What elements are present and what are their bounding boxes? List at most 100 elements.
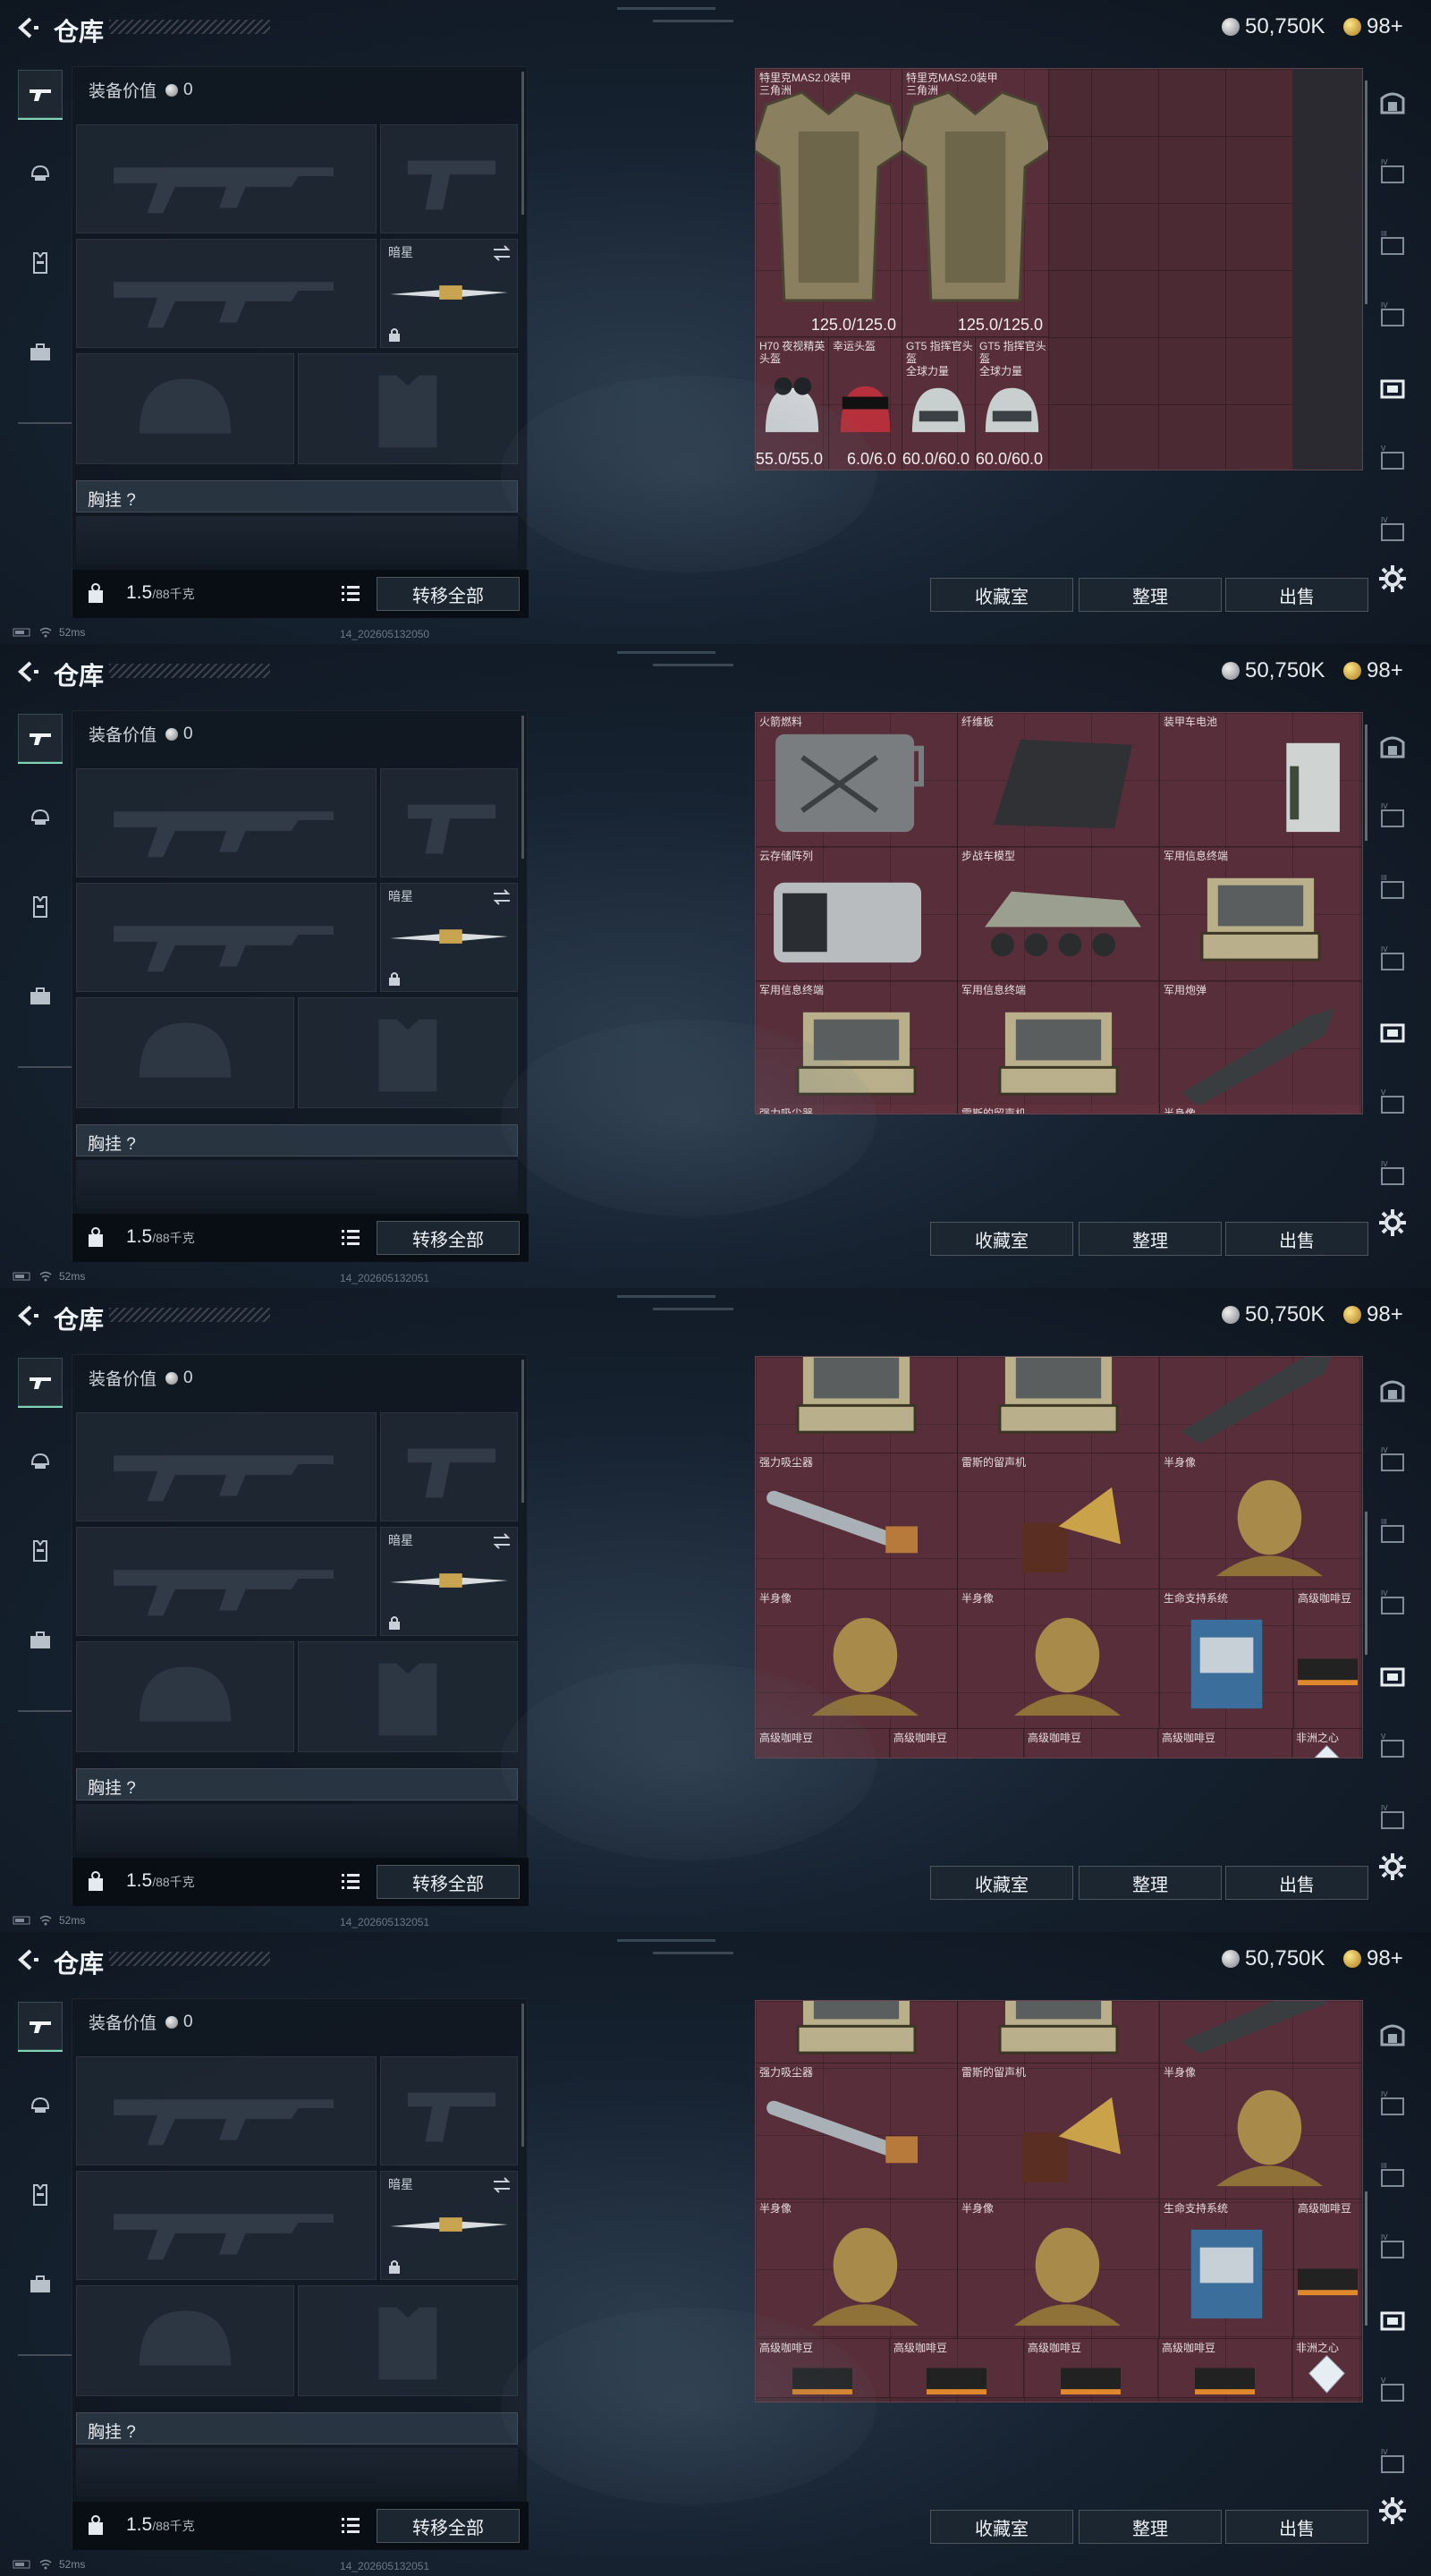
pistol-slot[interactable] [380,124,518,233]
chest-rig-header[interactable]: 胸挂 ? [76,480,518,513]
nav-weapons[interactable] [18,714,63,764]
nav-backpacks[interactable] [18,327,63,377]
nav-armor[interactable] [18,882,63,932]
pistol-slot[interactable] [380,2056,518,2165]
nav-armor[interactable] [18,238,63,288]
storage-item[interactable] [1160,2001,1362,2063]
chest-rig-slots[interactable] [76,2448,518,2496]
secondary-weapon-slot[interactable] [76,1527,377,1636]
storage-item[interactable] [958,2001,1160,2063]
sell-button[interactable]: 出售 [1225,2510,1368,2544]
sell-button[interactable]: 出售 [1225,1222,1368,1256]
nav-backpacks[interactable] [18,971,63,1021]
storage-item[interactable]: 云存储阵列 [756,847,958,981]
storage-item[interactable]: 高级咖啡豆 [1294,2199,1362,2339]
armor-slot[interactable] [298,997,518,1108]
armor-slot[interactable] [298,353,518,464]
storage-item[interactable]: 半身像 [756,2199,958,2339]
storage-item[interactable]: 非洲之心 [1292,1729,1362,1758]
storage-item[interactable]: 火箭燃料 [756,713,958,847]
container-tab-icon[interactable]: III [1377,873,1408,903]
nav-backpacks[interactable] [18,1615,63,1665]
container-tab-icon[interactable] [1377,1016,1408,1046]
list-icon[interactable] [341,1872,360,1890]
organize-button[interactable]: 整理 [1079,2510,1222,2544]
storage-item[interactable]: 军用信息终端 [1160,847,1362,981]
helmet-slot[interactable] [76,2285,294,2396]
organize-button[interactable]: 整理 [1079,1866,1222,1900]
storage-item[interactable]: 强力吸尘器 [756,1105,958,1114]
secondary-weapon-slot[interactable] [76,883,377,992]
chest-rig-header[interactable]: 胸挂 ? [76,2412,518,2445]
chest-rig-slots[interactable] [76,516,518,564]
nav-armor[interactable] [18,2170,63,2220]
container-tab-icon[interactable] [1377,372,1408,402]
storage-item[interactable] [756,2001,958,2063]
storage-item[interactable]: 军用信息终端 [756,1357,958,1453]
storage-item[interactable]: 非洲之心 [1292,2339,1362,2398]
list-icon[interactable] [341,2516,360,2534]
chest-rig-slots[interactable] [76,1804,518,1852]
container-tab-icon[interactable]: V [1377,2376,1408,2406]
storage-item[interactable]: H70 夜视精英头盔 55.0/55.0 [756,337,829,470]
equipment-scrollbar[interactable] [521,72,524,215]
storage-item[interactable]: 高级咖啡豆 [1158,1729,1292,1758]
storage-item[interactable]: 装甲车电池 [1160,713,1362,847]
safe-box-icon[interactable] [1377,732,1408,762]
primary-weapon-slot[interactable] [76,768,377,877]
melee-slot[interactable]: 暗星 [380,1527,518,1636]
storage-item[interactable]: 生命支持系统 [1160,1589,1294,1729]
gold-balance[interactable]: 98+ [1343,658,1403,683]
equipment-scrollbar[interactable] [521,2004,524,2147]
back-arrow-icon[interactable] [13,1946,39,1973]
container-tab-icon[interactable]: IV [1377,945,1408,975]
armor-slot[interactable] [298,1641,518,1752]
silver-balance[interactable]: 50,750K [1222,14,1325,39]
container-tab-icon[interactable]: III [1377,1517,1408,1547]
storage-item[interactable]: 高级咖啡豆 [756,1729,890,1758]
container-tab-icon[interactable]: IV [1377,2233,1408,2263]
container-tab-icon[interactable]: IV [1377,1445,1408,1476]
storage-item[interactable]: 雷斯的留声机 [958,2063,1160,2199]
storage-item[interactable]: 半身像 [1160,2063,1362,2199]
storage-item[interactable]: 半身像 [1160,1105,1362,1114]
back-arrow-icon[interactable] [13,1302,39,1329]
storage-scrollbar[interactable] [1365,2191,1367,2326]
storage-item[interactable]: 强力吸尘器 [756,2063,958,2199]
equipment-scrollbar[interactable] [521,716,524,859]
back-arrow-icon[interactable] [13,14,39,41]
storage-item[interactable]: 高级咖啡豆 [890,1729,1024,1758]
nav-helmets[interactable] [18,2080,63,2131]
storage-item[interactable]: 生命支持系统 [1160,2199,1294,2339]
safe-box-icon[interactable] [1377,88,1408,118]
storage-item[interactable]: 半身像 [958,2199,1160,2339]
safe-box-icon[interactable] [1377,1376,1408,1406]
sell-button[interactable]: 出售 [1225,578,1368,612]
storage-item[interactable]: 幸运头盔 6.0/6.0 [829,337,902,470]
transfer-all-button[interactable]: 转移全部 [377,577,520,611]
container-tab-icon[interactable]: IV [1377,801,1408,832]
storage-item[interactable]: 半身像 [756,1589,958,1729]
nav-helmets[interactable] [18,1436,63,1487]
gold-balance[interactable]: 98+ [1343,1946,1403,1971]
gear-icon[interactable] [1377,1208,1408,1238]
storage-item[interactable]: 军用信息终端 [958,1357,1160,1453]
storage-item[interactable]: GT5 指挥官头盔 全球力量 60.0/60.0 [976,337,1049,470]
storage-scrollbar[interactable] [1365,80,1367,304]
storage-item[interactable]: 军用信息终端 [756,981,958,1114]
container-tab-icon[interactable]: V [1377,444,1408,474]
back-arrow-icon[interactable] [13,658,39,685]
gear-icon[interactable] [1377,1852,1408,1882]
helmet-slot[interactable] [76,1641,294,1752]
helmet-slot[interactable] [76,997,294,1108]
container-tab-icon[interactable]: III [1377,2161,1408,2191]
storage-item[interactable]: 高级咖啡豆 [1024,2339,1158,2398]
container-tab-icon[interactable]: IV [1377,515,1408,546]
storage-item[interactable]: 军用炮弹 [1160,1357,1362,1453]
nav-armor[interactable] [18,1526,63,1576]
collection-room-button[interactable]: 收藏室 [930,1866,1073,1900]
nav-weapons[interactable] [18,2002,63,2052]
list-icon[interactable] [341,1228,360,1246]
helmet-slot[interactable] [76,353,294,464]
silver-balance[interactable]: 50,750K [1222,1302,1325,1327]
